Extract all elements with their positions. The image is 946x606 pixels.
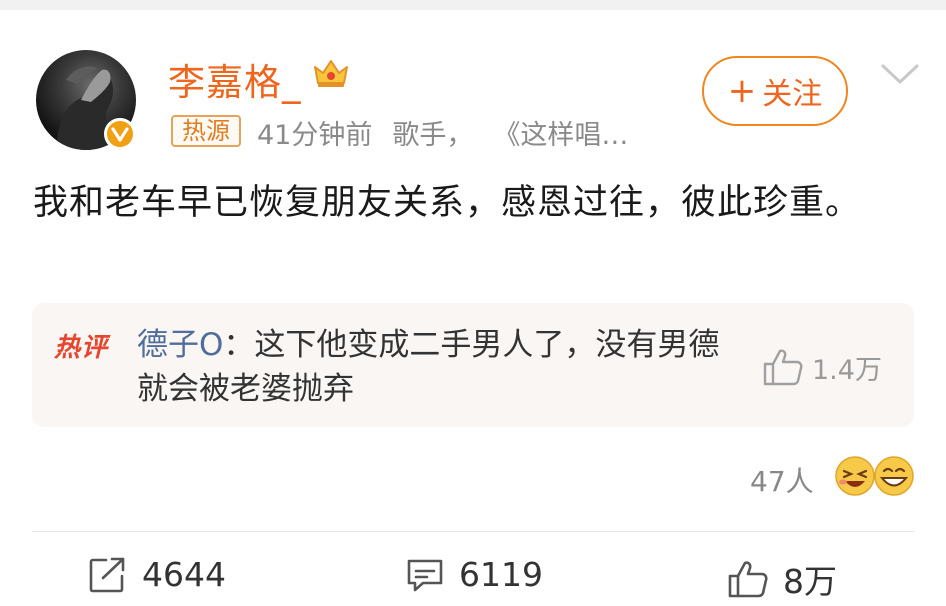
grinning-face-icon <box>873 455 915 501</box>
post-time: 41分钟前 <box>257 120 373 151</box>
chevron-down-icon[interactable] <box>880 62 920 90</box>
plus-icon: + <box>727 71 757 111</box>
verified-v-icon <box>104 118 136 150</box>
laughing-face-icon <box>834 455 876 501</box>
hot-comment-label: 热评 <box>54 333 109 363</box>
repost-icon <box>89 557 125 592</box>
comment-like-button[interactable]: 1.4万 <box>762 347 882 387</box>
comment-like-count: 1.4万 <box>812 354 882 386</box>
comment-separator: ： <box>223 327 255 363</box>
commenter-name[interactable]: 德子O <box>137 327 223 363</box>
hot-comment[interactable]: 热评 德子O：这下他变成二手男人了，没有男德就会被老婆抛弃 1.4万 <box>32 303 914 427</box>
post-source-title[interactable]: 《这样唱… <box>493 120 628 151</box>
comment-count: 6119 <box>459 555 543 594</box>
like-button[interactable]: 8万 <box>727 555 837 603</box>
comment-icon <box>407 559 443 591</box>
divider <box>32 531 914 532</box>
thumbs-up-icon <box>728 561 768 598</box>
thumbs-up-icon <box>763 349 803 386</box>
top-strip <box>0 0 946 10</box>
comment-button[interactable]: 6119 <box>405 555 543 594</box>
post-meta: 41分钟前 歌手， 《这样唱… <box>257 113 628 152</box>
follow-button[interactable]: + 关注 <box>702 56 848 126</box>
follow-label: 关注 <box>762 77 823 112</box>
crown-icon <box>312 57 350 93</box>
repost-count: 4644 <box>142 555 226 594</box>
hot-comment-body: 德子O：这下他变成二手男人了，没有男德就会被老婆抛弃 <box>137 323 737 411</box>
author-name[interactable]: 李嘉格_ <box>168 52 302 106</box>
post-source-label: 歌手， <box>392 120 474 151</box>
repost-button[interactable]: 4644 <box>88 555 226 594</box>
reaction-count[interactable]: 47人 <box>750 460 814 500</box>
like-count: 8万 <box>783 562 837 601</box>
post-text: 我和老车早已恢复朋友关系，感恩过往，彼此珍重。 <box>33 183 862 223</box>
hot-source-tag: 热源 <box>171 115 241 147</box>
